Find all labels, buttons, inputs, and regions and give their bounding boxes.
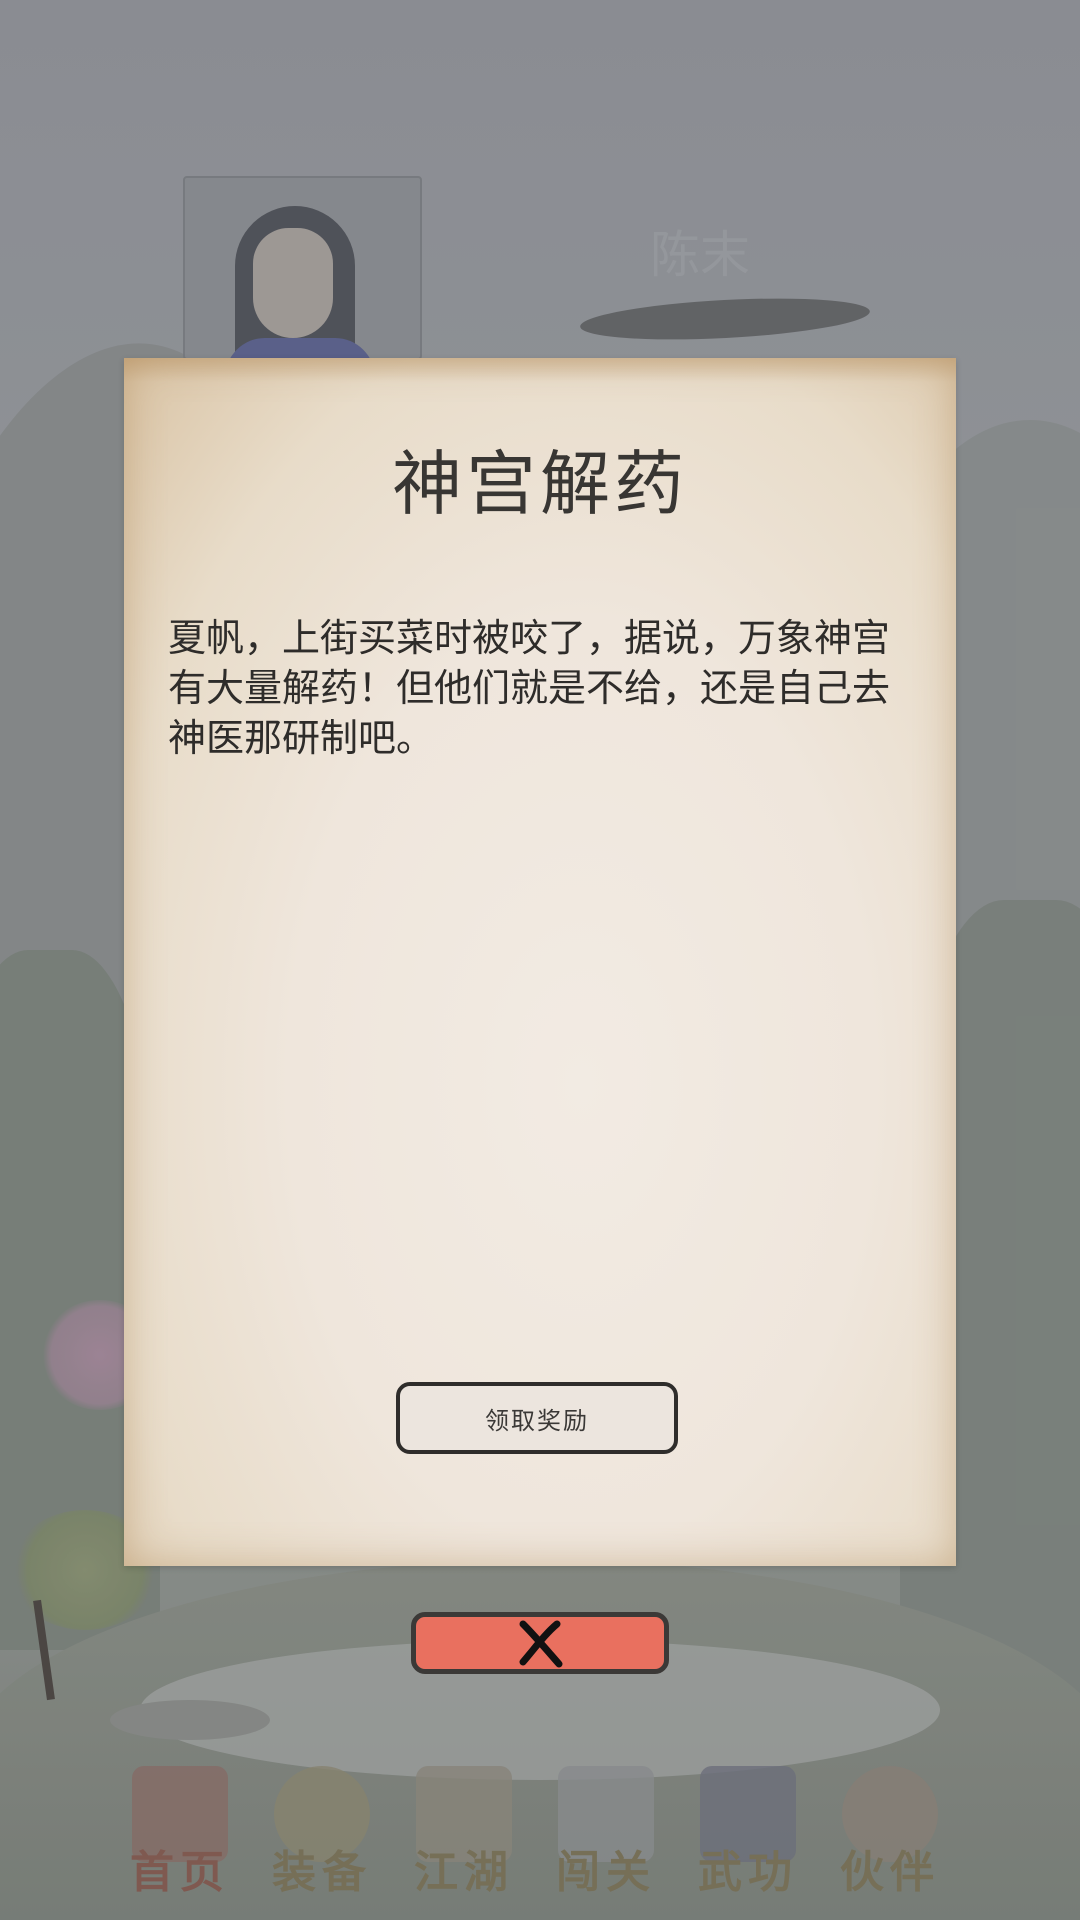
claim-reward-button[interactable]: 领取奖励 xyxy=(396,1382,678,1454)
close-button[interactable] xyxy=(411,1612,669,1674)
dialog-body: 夏帆，上街买菜时被咬了，据说，万象神宫有大量解药！但他们就是不给，还是自己去神医… xyxy=(168,616,891,760)
close-icon xyxy=(519,1620,563,1668)
claim-reward-label: 领取奖励 xyxy=(485,1406,589,1435)
event-dialog: 神宫解药 夏帆，上街买菜时被咬了，据说，万象神宫有大量解药！但他们就是不给，还是… xyxy=(124,358,956,1566)
dialog-title: 神宫解药 xyxy=(392,443,688,525)
